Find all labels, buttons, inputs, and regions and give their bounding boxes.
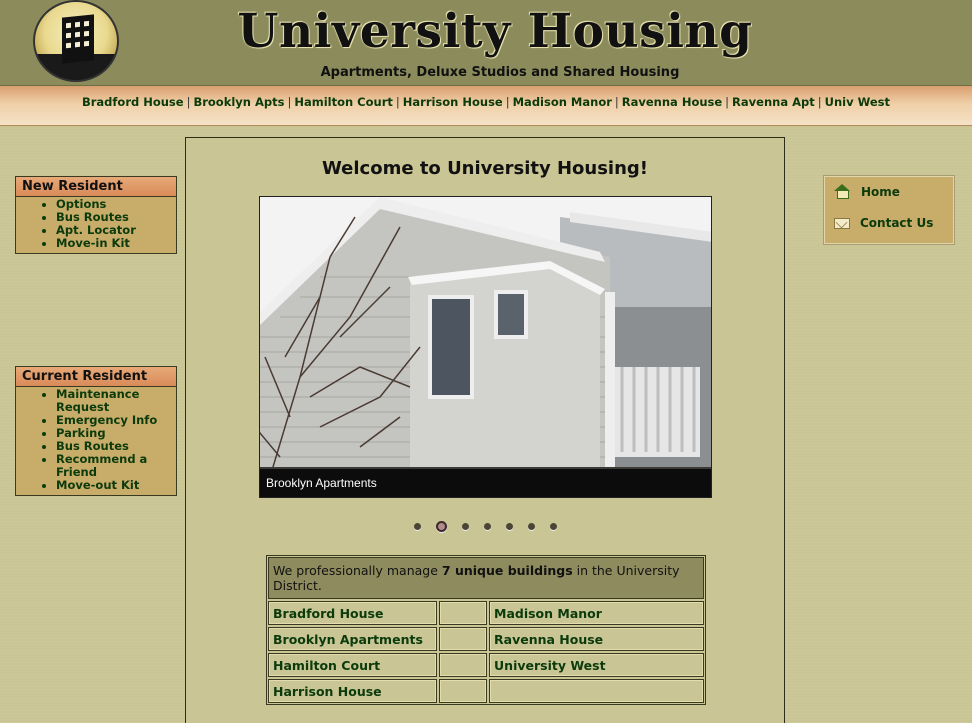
table-row: Brooklyn Apartments Ravenna House [268,627,704,651]
building-link[interactable]: University West [489,653,704,677]
nav-separator: | [817,95,822,109]
site-subtitle: Apartments, Deluxe Studios and Shared Ho… [320,65,680,80]
slideshow-caption: Brooklyn Apartments [260,469,711,497]
table-cell-empty [439,601,488,625]
slideshow-dot[interactable] [483,523,491,530]
site-header: University Housing Apartments, Deluxe St… [0,0,972,86]
nav-separator: | [725,95,730,109]
contact-link-label[interactable]: Contact Us [860,216,933,230]
envelope-icon [834,217,850,229]
main-content-panel: Welcome to University Housing! Brooklyn … [185,137,785,723]
buildings-intro: We professionally manage 7 unique buildi… [268,557,704,599]
current-resident-link-recommend[interactable]: Recommend a Friend [56,453,170,479]
nav-separator: | [186,95,191,109]
nav-link-brooklyn-apts[interactable]: Brooklyn Apts [193,95,284,109]
slideshow-dot-active[interactable] [435,521,447,532]
table-row: Harrison House [268,679,704,703]
building-link[interactable]: Bradford House [268,601,438,625]
buildings-table: We professionally manage 7 unique buildi… [266,555,706,705]
slideshow-dot[interactable] [505,523,513,530]
current-resident-box: Current Resident Maintenance Request Eme… [15,366,177,496]
nav-link-ravenna-house[interactable]: Ravenna House [622,95,722,109]
table-cell-empty [439,627,488,651]
site-title: University Housing [237,4,753,59]
new-resident-box: New Resident Options Bus Routes Apt. Loc… [15,176,177,254]
slideshow-dot[interactable] [527,523,535,530]
new-resident-heading: New Resident [16,177,176,197]
slideshow-dot[interactable] [461,523,469,530]
current-resident-link-move-out-kit[interactable]: Move-out Kit [56,479,170,492]
nav-link-univ-west[interactable]: Univ West [825,95,890,109]
slideshow-dots [186,521,784,532]
nav-link-hamilton-court[interactable]: Hamilton Court [294,95,393,109]
apartment-photo-image [260,197,711,497]
quick-links-box: Home Contact Us [823,175,955,245]
table-cell-empty [439,679,488,703]
current-resident-list: Maintenance Request Emergency Info Parki… [16,387,176,495]
building-link[interactable]: Harrison House [268,679,438,703]
slideshow-dot[interactable] [413,523,421,530]
current-resident-link-maintenance[interactable]: Maintenance Request [56,388,170,414]
building-link[interactable]: Brooklyn Apartments [268,627,438,651]
nav-separator: | [287,95,292,109]
slideshow-photo[interactable]: Brooklyn Apartments [259,196,712,498]
nav-separator: | [395,95,400,109]
home-icon [834,184,851,199]
nav-link-madison-manor[interactable]: Madison Manor [513,95,612,109]
home-link-label[interactable]: Home [861,185,900,199]
nav-link-harrison-house[interactable]: Harrison House [403,95,503,109]
building-link[interactable]: Madison Manor [489,601,704,625]
table-row: Bradford House Madison Manor [268,601,704,625]
table-row: Hamilton Court University West [268,653,704,677]
table-cell-empty [439,653,488,677]
new-resident-list: Options Bus Routes Apt. Locator Move-in … [16,197,176,253]
current-resident-heading: Current Resident [16,367,176,387]
contact-link[interactable]: Contact Us [834,216,933,230]
nav-separator: | [614,95,619,109]
home-link[interactable]: Home [834,184,900,199]
slideshow-dot[interactable] [549,523,557,530]
table-cell-empty [489,679,704,703]
building-link[interactable]: Ravenna House [489,627,704,651]
new-resident-link-move-in-kit[interactable]: Move-in Kit [56,237,170,250]
nav-separator: | [505,95,510,109]
nav-link-bradford-house[interactable]: Bradford House [82,95,184,109]
building-nav-bar: Bradford House | Brooklyn Apts | Hamilton Co… [0,86,972,126]
buildings-intro-bold: 7 unique buildings [441,563,573,578]
building-logo-icon[interactable] [33,0,119,82]
buildings-intro-prefix: We professionally manage [273,563,442,578]
welcome-heading: Welcome to University Housing! [321,158,649,179]
nav-link-ravenna-apt[interactable]: Ravenna Apt [732,95,815,109]
building-link[interactable]: Hamilton Court [268,653,438,677]
